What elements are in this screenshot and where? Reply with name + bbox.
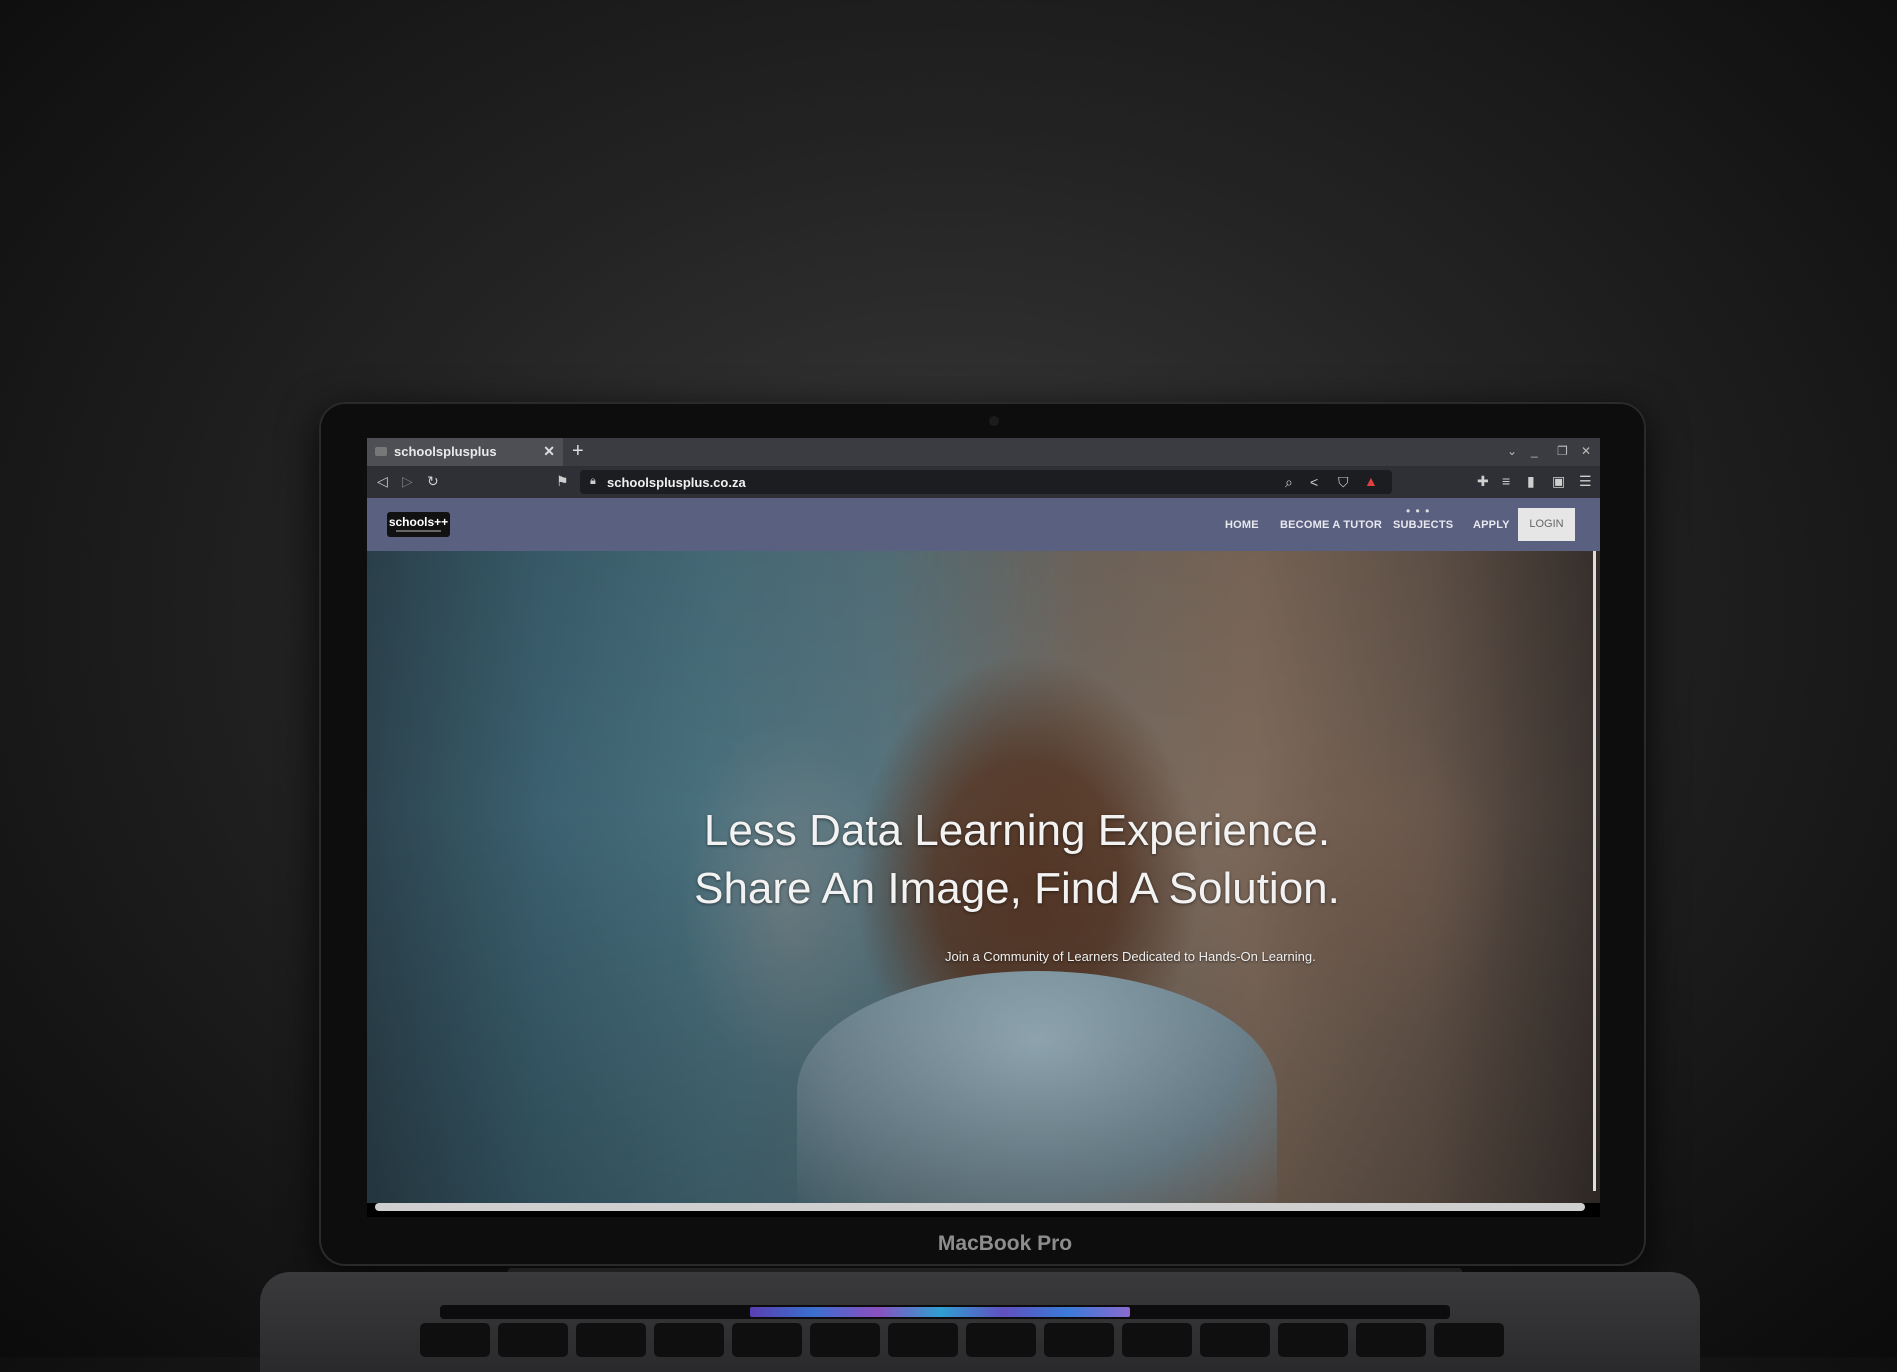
zoom-icon[interactable]: ⌕	[1285, 474, 1293, 491]
horizontal-scrollbar[interactable]	[375, 1203, 1585, 1211]
touch-bar	[440, 1305, 1450, 1319]
forward-icon[interactable]: ▷	[402, 473, 413, 490]
tab-list-chevron-icon[interactable]: ⌄	[1507, 444, 1517, 458]
extensions-icon[interactable]: ✚	[1477, 473, 1489, 490]
window-close-icon[interactable]: ✕	[1581, 444, 1591, 458]
nav-apply[interactable]: APPLY	[1473, 519, 1510, 531]
nav-become-a-tutor[interactable]: BECOME A TUTOR	[1280, 519, 1382, 531]
back-icon[interactable]: ◁	[377, 473, 388, 490]
more-dots-icon: • • •	[1406, 504, 1431, 518]
tab-title: schoolsplusplus	[394, 444, 497, 459]
site-logo[interactable]: schools++	[387, 512, 450, 537]
nav-subjects[interactable]: SUBJECTS	[1393, 519, 1453, 531]
site-header: schools++ HOME BECOME A TUTOR • • • SUBJ…	[367, 498, 1600, 551]
favicon-icon	[375, 447, 387, 456]
hero-section: Less Data Learning Experience. Share An …	[367, 551, 1600, 1211]
login-button[interactable]: LOGIN	[1518, 508, 1575, 541]
touch-bar-strip	[750, 1307, 1130, 1317]
keyboard-key	[966, 1323, 1036, 1357]
url-text: schoolsplusplus.co.za	[607, 475, 746, 490]
restore-icon[interactable]: ❐	[1557, 444, 1568, 458]
hero-headline-line-2: Share An Image, Find A Solution.	[694, 864, 1340, 913]
keyboard-key	[1434, 1323, 1504, 1357]
vertical-scrollbar[interactable]	[1593, 551, 1596, 1191]
keyboard-key	[810, 1323, 880, 1357]
lock-icon: 🔒︎	[590, 475, 596, 487]
logo-text: schools++	[388, 515, 449, 529]
share-icon[interactable]: <	[1310, 474, 1318, 490]
shield-icon[interactable]: ⛉	[1338, 474, 1349, 491]
keyboard-key	[654, 1323, 724, 1357]
keyboard-key	[1044, 1323, 1114, 1357]
address-bar[interactable]: 🔒︎ schoolsplusplus.co.za ⌕ < ⛉ ▲	[580, 470, 1392, 494]
keyboard-row	[420, 1323, 1530, 1363]
hero-subline: Join a Community of Learners Dedicated t…	[945, 949, 1316, 964]
sidebar-icon[interactable]: ▮	[1527, 473, 1535, 490]
reload-icon[interactable]: ↻	[427, 473, 439, 490]
camera	[989, 416, 999, 426]
keyboard-key	[576, 1323, 646, 1357]
browser-toolbar: ◁ ▷ ↻ ⚑ 🔒︎ schoolsplusplus.co.za ⌕ < ⛉ ▲…	[367, 466, 1600, 498]
reading-list-icon[interactable]: ≡	[1502, 473, 1510, 489]
keyboard-key	[1122, 1323, 1192, 1357]
keyboard-key	[1278, 1323, 1348, 1357]
minimize-icon[interactable]: _	[1531, 444, 1538, 458]
keyboard-key	[1200, 1323, 1270, 1357]
keyboard-key	[888, 1323, 958, 1357]
browser-tab-bar: schoolsplusplus ✕ + ⌄ _ ❐ ✕	[367, 438, 1600, 466]
wallet-icon[interactable]: ▣	[1552, 473, 1565, 490]
screen: schoolsplusplus ✕ + ⌄ _ ❐ ✕ ◁ ▷ ↻ ⚑ 🔒︎ s…	[367, 438, 1600, 1217]
keyboard-key	[732, 1323, 802, 1357]
close-tab-icon[interactable]: ✕	[543, 443, 555, 460]
logo-tagline	[396, 530, 441, 532]
browser-tab[interactable]: schoolsplusplus ✕	[367, 438, 563, 466]
device-brand-label: MacBook Pro	[937, 1232, 1073, 1255]
bookmark-icon[interactable]: ⚑	[556, 473, 569, 490]
keyboard-key	[420, 1323, 490, 1357]
new-tab-icon[interactable]: +	[572, 440, 584, 463]
hero-headline-line-1: Less Data Learning Experience.	[703, 806, 1331, 855]
hero-photo-subject	[797, 971, 1277, 1211]
nav-home[interactable]: HOME	[1225, 519, 1259, 531]
menu-icon[interactable]: ☰	[1579, 473, 1592, 490]
rewards-icon[interactable]: ▲	[1364, 473, 1378, 489]
keyboard-key	[498, 1323, 568, 1357]
keyboard-key	[1356, 1323, 1426, 1357]
